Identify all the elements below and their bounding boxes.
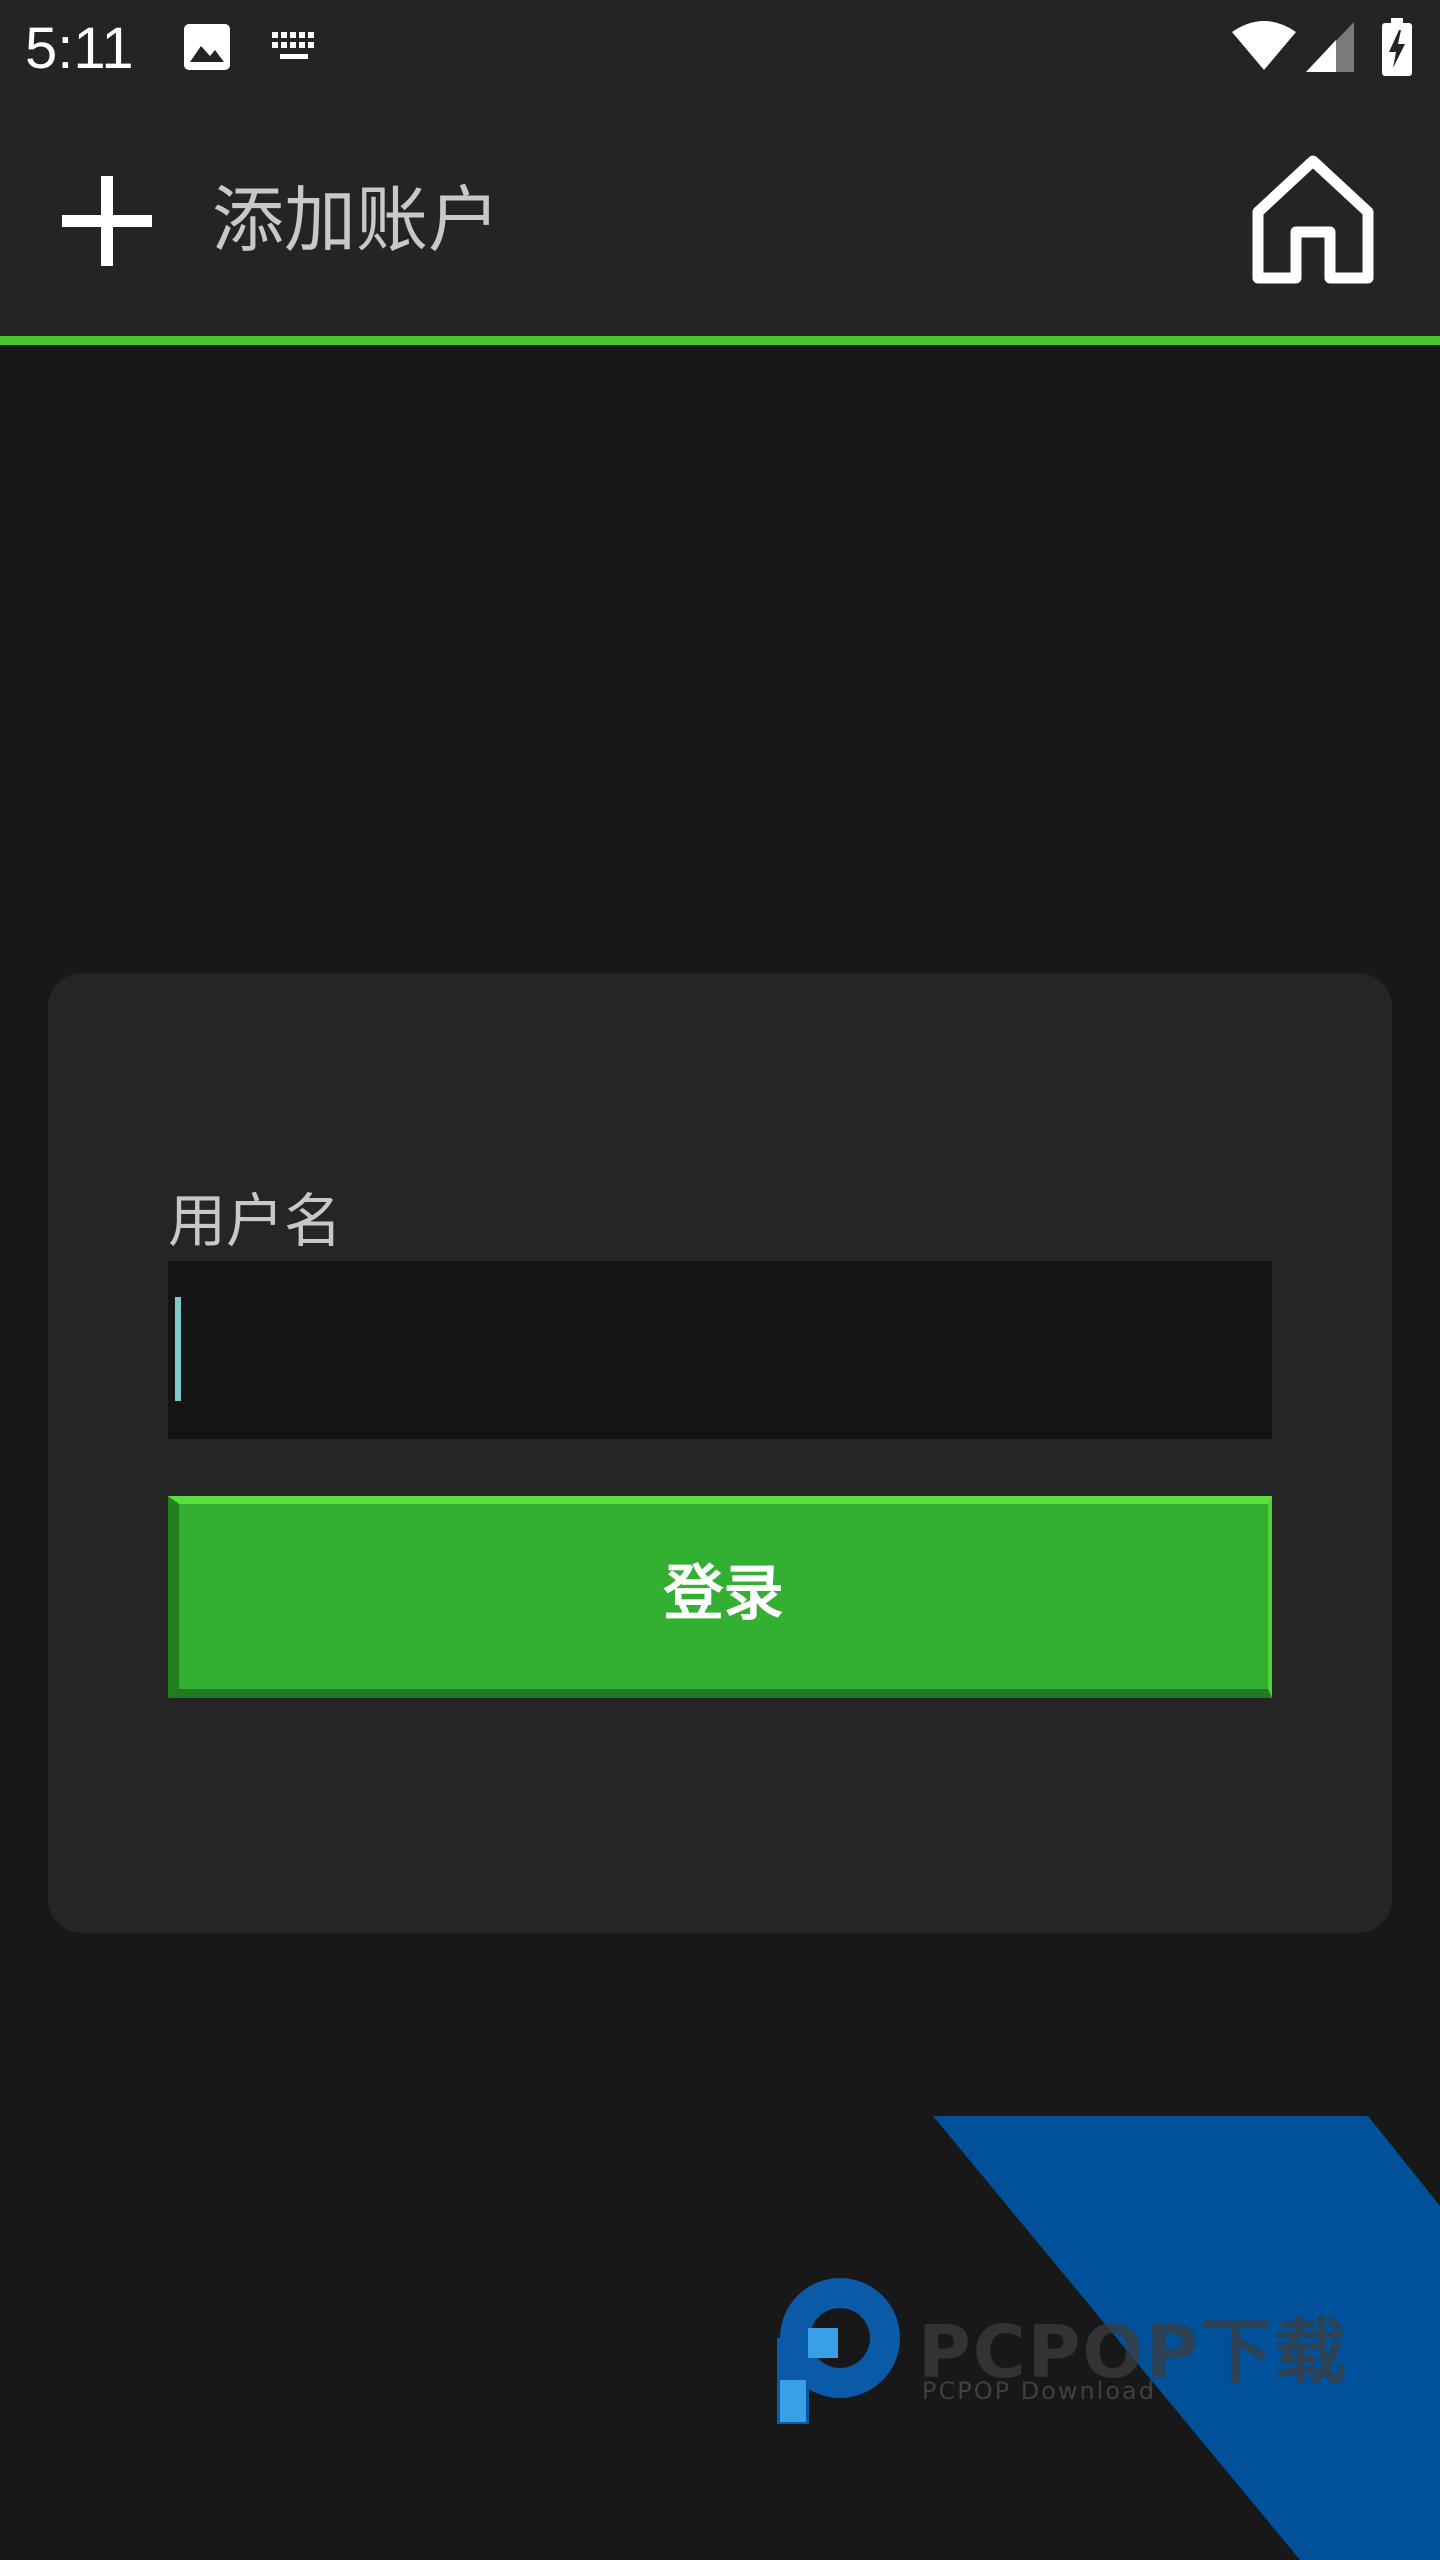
status-bar: 5:11 [0, 0, 1440, 98]
signal-icon [1306, 22, 1354, 72]
username-label: 用户名 [168, 1187, 343, 1255]
wifi-icon [1232, 21, 1296, 70]
keyboard-icon [272, 32, 314, 59]
watermark-subtitle: PCPOP Download [922, 2377, 1156, 2405]
page-title: 添加账户 [212, 178, 501, 262]
image-icon [184, 24, 230, 70]
add-icon[interactable] [62, 176, 152, 266]
home-icon[interactable] [1250, 154, 1376, 286]
username-input[interactable] [168, 1261, 1272, 1439]
status-time: 5:11 [25, 16, 134, 81]
login-card: 用户名 登录 [48, 973, 1392, 1933]
pcpop-logo-icon [777, 2278, 900, 2424]
battery-charging-icon [1382, 18, 1412, 76]
login-button[interactable]: 登录 [168, 1496, 1272, 1698]
app-bar-accent-line [0, 336, 1440, 345]
text-cursor [175, 1297, 181, 1401]
app-bar: 添加账户 [0, 98, 1440, 336]
login-button-label: 登录 [663, 1559, 784, 1629]
